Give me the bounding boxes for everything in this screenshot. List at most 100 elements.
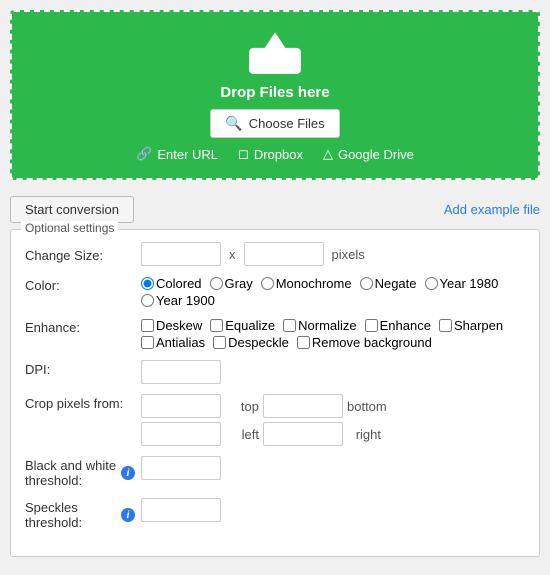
crop-row: Crop pixels from: top bottom left right [25,394,525,446]
crop-left-input[interactable] [141,422,221,446]
color-gray-option[interactable]: Gray [210,276,253,291]
x-separator: x [229,247,236,262]
color-monochrome-label: Monochrome [276,276,352,291]
dpi-row: DPI: [25,360,525,384]
enhance-checkbox[interactable] [365,319,378,332]
bw-label-row: Black and white threshold: i [25,458,135,488]
start-conversion-button[interactable]: Start conversion [10,196,134,223]
deskew-checkbox[interactable] [141,319,154,332]
change-size-label: Change Size: [25,246,135,263]
crop-left-row: left right [141,422,381,446]
color-negate-option[interactable]: Negate [360,276,417,291]
speckles-label-row: Speckles threshold: i [25,500,135,530]
normalize-label: Normalize [298,318,357,333]
dropbox-icon: ◻ [238,146,249,162]
enhance-enhance-option[interactable]: Enhance [365,318,431,333]
despeckle-label: Despeckle [228,335,289,350]
color-negate-label: Negate [375,276,417,291]
choose-files-button[interactable]: 🔍 Choose Files [210,109,339,138]
crop-bottom-input[interactable] [263,394,343,418]
dpi-content [141,360,525,384]
settings-box: Optional settings Change Size: x pixels … [10,229,540,557]
speckles-row: Speckles threshold: i [25,498,525,530]
color-colored-label: Colored [156,276,202,291]
enhance-enhance-label: Enhance [380,318,431,333]
dropbox-link[interactable]: ◻ Dropbox [238,146,303,162]
dpi-input[interactable] [141,360,221,384]
color-radio-group: Colored Gray Monochrome Negate Year 1980 [141,276,525,308]
bw-threshold-input[interactable] [141,456,221,480]
upload-area[interactable]: Drop Files here 🔍 Choose Files 🔗 Enter U… [10,10,540,180]
choose-files-label: Choose Files [249,116,325,131]
bw-row: Black and white threshold: i [25,456,525,488]
enhance-normalize-option[interactable]: Normalize [283,318,357,333]
color-gray-radio[interactable] [210,277,223,290]
dpi-label: DPI: [25,360,135,377]
upload-icon [249,32,301,76]
enhance-checkbox-group: Deskew Equalize Normalize Enhance Sharpe… [141,318,525,350]
bw-content [141,456,525,480]
enhance-despeckle-option[interactable]: Despeckle [213,335,289,350]
width-input[interactable] [141,242,221,266]
bw-info-icon[interactable]: i [121,466,135,480]
color-label: Color: [25,276,135,293]
enhance-sharpen-option[interactable]: Sharpen [439,318,503,333]
color-year1980-label: Year 1980 [440,276,499,291]
crop-top-input[interactable] [141,394,221,418]
crop-content: top bottom left right [141,394,525,446]
color-colored-option[interactable]: Colored [141,276,202,291]
crop-top-row: top bottom [141,394,381,418]
normalize-checkbox[interactable] [283,319,296,332]
color-year1900-label: Year 1900 [156,293,215,308]
crop-grid: top bottom left right [141,394,381,446]
upload-links: 🔗 Enter URL ◻ Dropbox △ Google Drive [136,146,414,162]
enhance-antialias-option[interactable]: Antialias [141,335,205,350]
enter-url-link[interactable]: 🔗 Enter URL [136,146,218,162]
speckles-content [141,498,525,522]
antialias-checkbox[interactable] [141,336,154,349]
sharpen-checkbox[interactable] [439,319,452,332]
enhance-label: Enhance: [25,318,135,335]
change-size-row: Change Size: x pixels [25,242,525,266]
drop-text: Drop Files here [220,84,329,101]
sharpen-label: Sharpen [454,318,503,333]
color-year1980-option[interactable]: Year 1980 [425,276,499,291]
color-year1900-option[interactable]: Year 1900 [141,293,215,308]
antialias-label: Antialias [156,335,205,350]
bw-label: Black and white threshold: i [25,456,135,488]
height-input[interactable] [244,242,324,266]
color-options: Colored Gray Monochrome Negate Year 1980 [141,276,525,308]
color-year1900-radio[interactable] [141,294,154,307]
add-example-link[interactable]: Add example file [444,202,540,217]
color-row: Color: Colored Gray Monochrome Negate [25,276,525,308]
enhance-options: Deskew Equalize Normalize Enhance Sharpe… [141,318,525,350]
crop-label: Crop pixels from: [25,394,135,411]
settings-legend: Optional settings [21,221,118,235]
change-size-content: x pixels [141,242,525,266]
color-year1980-radio[interactable] [425,277,438,290]
equalize-checkbox[interactable] [210,319,223,332]
color-negate-radio[interactable] [360,277,373,290]
speckles-threshold-input[interactable] [141,498,221,522]
color-monochrome-option[interactable]: Monochrome [261,276,352,291]
removebg-checkbox[interactable] [297,336,310,349]
crop-right-label: right [347,427,381,442]
speckles-info-icon[interactable]: i [121,508,135,522]
color-monochrome-radio[interactable] [261,277,274,290]
crop-left-label: left [225,427,259,442]
despeckle-checkbox[interactable] [213,336,226,349]
google-drive-link[interactable]: △ Google Drive [323,146,414,162]
enhance-deskew-option[interactable]: Deskew [141,318,202,333]
crop-right-input[interactable] [263,422,343,446]
equalize-label: Equalize [225,318,275,333]
link-icon: 🔗 [136,146,152,162]
pixels-label: pixels [332,247,365,262]
enhance-removebg-option[interactable]: Remove background [297,335,432,350]
search-icon: 🔍 [225,115,242,132]
drive-icon: △ [323,146,333,162]
enhance-equalize-option[interactable]: Equalize [210,318,275,333]
crop-top-label: top [225,399,259,414]
enhance-row: Enhance: Deskew Equalize Normalize Enhan… [25,318,525,350]
color-colored-radio[interactable] [141,277,154,290]
removebg-label: Remove background [312,335,432,350]
